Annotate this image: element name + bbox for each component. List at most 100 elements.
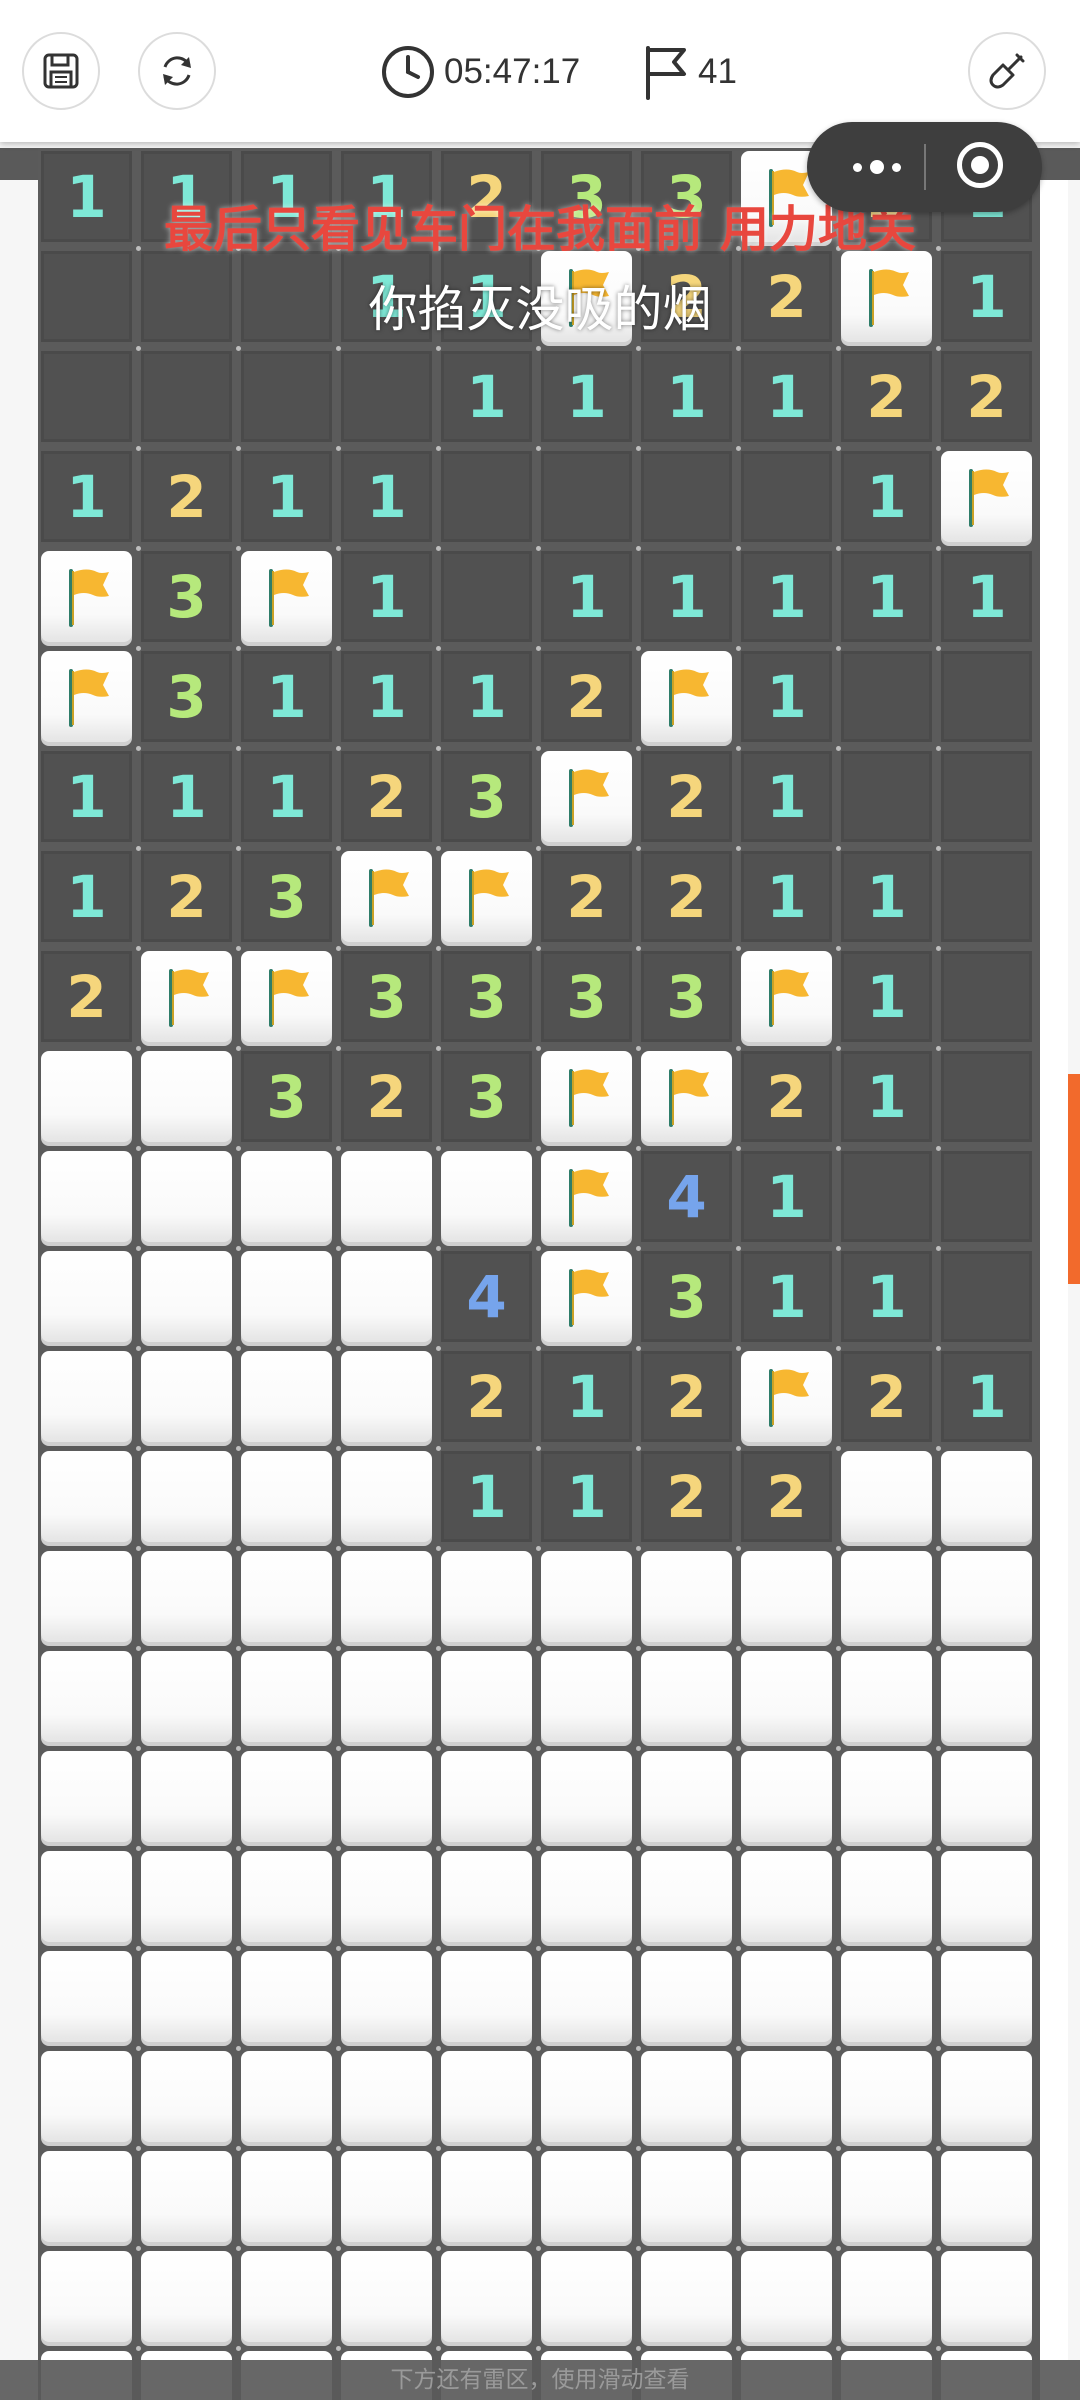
flagged-cell[interactable] <box>541 751 632 842</box>
covered-cell[interactable] <box>41 1651 132 1742</box>
covered-cell[interactable] <box>141 1451 232 1542</box>
covered-cell[interactable] <box>741 2151 832 2242</box>
covered-cell[interactable] <box>541 1751 632 1842</box>
covered-cell[interactable] <box>941 1451 1032 1542</box>
covered-cell[interactable] <box>141 1651 232 1742</box>
number-cell[interactable]: 3 <box>641 951 732 1042</box>
flagged-cell[interactable] <box>941 451 1032 542</box>
covered-cell[interactable] <box>341 1551 432 1642</box>
covered-cell[interactable] <box>541 1851 632 1942</box>
number-cell[interactable]: 1 <box>241 451 332 542</box>
more-dots-icon[interactable] <box>837 122 917 212</box>
number-cell[interactable]: 4 <box>441 1251 532 1342</box>
covered-cell[interactable] <box>441 1751 532 1842</box>
covered-cell[interactable] <box>241 1651 332 1742</box>
flagged-cell[interactable] <box>441 851 532 942</box>
number-cell[interactable]: 1 <box>41 451 132 542</box>
minefield-board[interactable]: 1111233211122111112212111311111131112111… <box>38 148 1040 2400</box>
number-cell[interactable]: 1 <box>241 751 332 842</box>
covered-cell[interactable] <box>141 1051 232 1142</box>
covered-cell[interactable] <box>241 1551 332 1642</box>
covered-cell[interactable] <box>341 1951 432 2042</box>
covered-cell[interactable] <box>341 1851 432 1942</box>
covered-cell[interactable] <box>741 1651 832 1742</box>
covered-cell[interactable] <box>441 2251 532 2342</box>
number-cell[interactable]: 2 <box>841 351 932 442</box>
covered-cell[interactable] <box>241 1951 332 2042</box>
number-cell[interactable]: 1 <box>841 1051 932 1142</box>
number-cell[interactable]: 1 <box>841 451 932 542</box>
covered-cell[interactable] <box>741 1751 832 1842</box>
covered-cell[interactable] <box>141 1251 232 1342</box>
empty-cell[interactable] <box>541 451 632 542</box>
flagged-cell[interactable] <box>341 851 432 942</box>
covered-cell[interactable] <box>541 1651 632 1742</box>
covered-cell[interactable] <box>41 1251 132 1342</box>
number-cell[interactable]: 2 <box>141 851 232 942</box>
number-cell[interactable]: 2 <box>641 851 732 942</box>
number-cell[interactable]: 1 <box>741 351 832 442</box>
flagged-cell[interactable] <box>41 651 132 742</box>
empty-cell[interactable] <box>941 1151 1032 1242</box>
covered-cell[interactable] <box>141 1751 232 1842</box>
number-cell[interactable]: 2 <box>641 751 732 842</box>
covered-cell[interactable] <box>41 1551 132 1642</box>
covered-cell[interactable] <box>41 1751 132 1842</box>
flagged-cell[interactable] <box>41 551 132 642</box>
covered-cell[interactable] <box>641 1551 732 1642</box>
covered-cell[interactable] <box>941 1651 1032 1742</box>
restart-button[interactable] <box>138 32 216 110</box>
covered-cell[interactable] <box>241 1351 332 1442</box>
covered-cell[interactable] <box>541 2251 632 2342</box>
covered-cell[interactable] <box>941 1751 1032 1842</box>
empty-cell[interactable] <box>841 651 932 742</box>
empty-cell[interactable] <box>141 351 232 442</box>
covered-cell[interactable] <box>741 1851 832 1942</box>
number-cell[interactable]: 2 <box>41 951 132 1042</box>
covered-cell[interactable] <box>641 1851 732 1942</box>
covered-cell[interactable] <box>241 1451 332 1542</box>
empty-cell[interactable] <box>41 351 132 442</box>
number-cell[interactable]: 3 <box>641 1251 732 1342</box>
covered-cell[interactable] <box>541 1551 632 1642</box>
covered-cell[interactable] <box>841 1451 932 1542</box>
number-cell[interactable]: 3 <box>241 1051 332 1142</box>
number-cell[interactable]: 2 <box>341 751 432 842</box>
covered-cell[interactable] <box>41 1951 132 2042</box>
number-cell[interactable]: 3 <box>341 951 432 1042</box>
empty-cell[interactable] <box>741 451 832 542</box>
covered-cell[interactable] <box>241 1251 332 1342</box>
number-cell[interactable]: 1 <box>441 1451 532 1542</box>
flagged-cell[interactable] <box>541 1051 632 1142</box>
empty-cell[interactable] <box>641 451 732 542</box>
number-cell[interactable]: 1 <box>841 951 932 1042</box>
covered-cell[interactable] <box>341 1351 432 1442</box>
covered-cell[interactable] <box>541 2051 632 2142</box>
covered-cell[interactable] <box>441 1551 532 1642</box>
number-cell[interactable]: 1 <box>341 551 432 642</box>
covered-cell[interactable] <box>441 2051 532 2142</box>
covered-cell[interactable] <box>241 1151 332 1242</box>
number-cell[interactable]: 1 <box>741 651 832 742</box>
empty-cell[interactable] <box>941 751 1032 842</box>
number-cell[interactable]: 2 <box>141 451 232 542</box>
empty-cell[interactable] <box>941 951 1032 1042</box>
flagged-cell[interactable] <box>641 651 732 742</box>
covered-cell[interactable] <box>541 1951 632 2042</box>
empty-cell[interactable] <box>841 1151 932 1242</box>
number-cell[interactable]: 1 <box>841 1251 932 1342</box>
covered-cell[interactable] <box>941 1951 1032 2042</box>
empty-cell[interactable] <box>941 651 1032 742</box>
empty-cell[interactable] <box>941 1051 1032 1142</box>
number-cell[interactable]: 1 <box>341 651 432 742</box>
empty-cell[interactable] <box>441 451 532 542</box>
covered-cell[interactable] <box>141 1351 232 1442</box>
covered-cell[interactable] <box>841 1551 932 1642</box>
number-cell[interactable]: 1 <box>741 851 832 942</box>
covered-cell[interactable] <box>541 2151 632 2242</box>
covered-cell[interactable] <box>141 2151 232 2242</box>
covered-cell[interactable] <box>341 1651 432 1742</box>
covered-cell[interactable] <box>41 2251 132 2342</box>
number-cell[interactable]: 1 <box>641 551 732 642</box>
number-cell[interactable]: 2 <box>641 1451 732 1542</box>
